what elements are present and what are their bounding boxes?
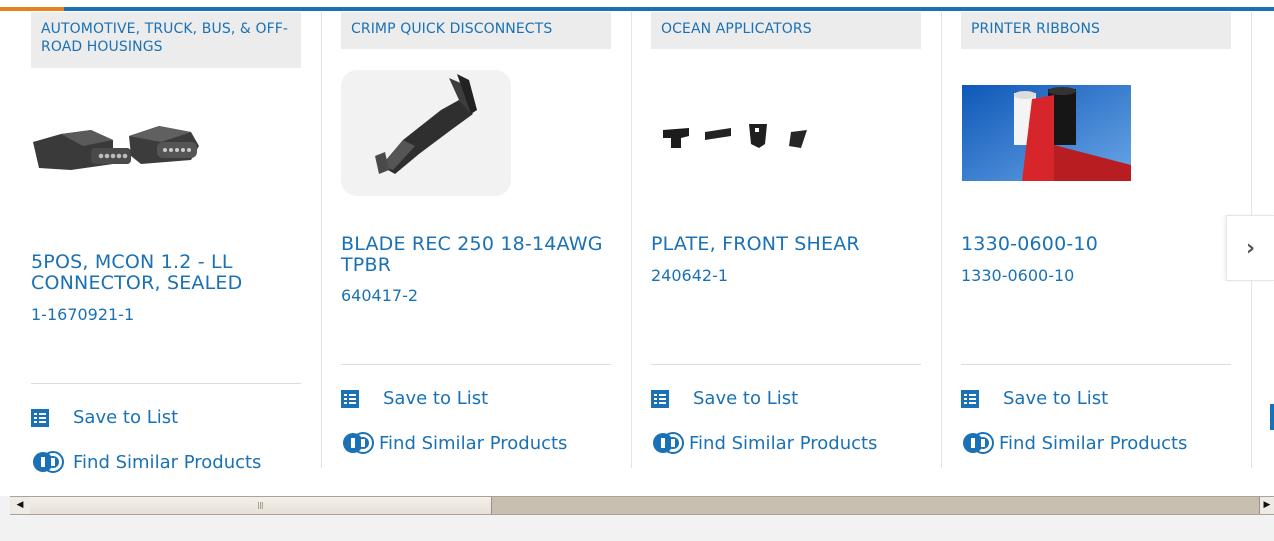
scrollbar-gutter (0, 496, 10, 515)
save-to-list-label: Save to List (73, 407, 179, 428)
find-similar-products-button[interactable]: Find Similar Products (651, 432, 877, 454)
card-divider (321, 12, 322, 468)
checklist-icon (651, 389, 669, 408)
horizontal-scrollbar[interactable]: ◀ III ▶ (10, 496, 1274, 515)
save-to-list-label: Save to List (383, 388, 489, 409)
printer-ribbon-image[interactable] (962, 85, 1131, 181)
product-title[interactable]: 1330-0600-10 (961, 234, 1241, 255)
product-card: CRIMP QUICK DISCONNECTS BLADE REC 250 18… (341, 12, 632, 468)
scrollbar-thumb[interactable]: III (30, 497, 492, 514)
find-similar-label: Find Similar Products (379, 432, 568, 454)
shear-plate-parts-image[interactable] (651, 112, 821, 172)
product-card: OCEAN APPLICATORS PLATE, FRONT SHEAR 240… (651, 12, 942, 468)
chevron-right-icon: › (1245, 235, 1256, 261)
similar-products-icon (963, 432, 994, 454)
part-number[interactable]: 1330-0600-10 (961, 266, 1074, 286)
card-separator (961, 364, 1231, 365)
card-separator (651, 364, 921, 365)
save-to-list-button[interactable]: Save to List (961, 388, 1108, 409)
product-card: PRINTER RIBBONS 1330-0600-10 1330-0600-1… (961, 12, 1252, 468)
product-title[interactable]: 5POS, MCON 1.2 - LL CONNECTOR, SEALED (31, 252, 311, 294)
category-label[interactable]: CRIMP QUICK DISCONNECTS (341, 12, 611, 49)
save-to-list-button[interactable]: Save to List (651, 388, 798, 409)
blade-receptacle-image[interactable] (341, 70, 511, 196)
grip-icon: III (257, 501, 264, 512)
page-footer-area (0, 515, 1274, 541)
similar-products-icon (653, 432, 684, 454)
checklist-icon (341, 389, 359, 408)
part-number[interactable]: 1-1670921-1 (31, 305, 134, 325)
part-number[interactable]: 640417-2 (341, 286, 418, 306)
find-similar-products-button[interactable]: Find Similar Products (961, 432, 1187, 454)
similar-products-icon (33, 451, 64, 473)
find-similar-label: Find Similar Products (999, 432, 1188, 454)
save-to-list-label: Save to List (1003, 388, 1109, 409)
product-carousel: AUTOMOTIVE, TRUCK, BUS, & OFF-ROAD HOUSI… (0, 0, 1274, 495)
card-separator (31, 383, 301, 384)
save-to-list-button[interactable]: Save to List (341, 388, 488, 409)
checklist-icon (31, 408, 49, 427)
card-divider (941, 12, 942, 468)
scroll-left-arrow-icon[interactable]: ◀ (10, 497, 31, 514)
product-title[interactable]: PLATE, FRONT SHEAR (651, 234, 931, 255)
category-label[interactable]: PRINTER RIBBONS (961, 12, 1231, 49)
save-to-list-button[interactable]: Save to List (31, 407, 178, 428)
carousel-next-button[interactable]: › (1226, 215, 1274, 281)
similar-products-icon (343, 432, 374, 454)
product-card: AUTOMOTIVE, TRUCK, BUS, & OFF-ROAD HOUSI… (31, 12, 322, 473)
save-to-list-label: Save to List (693, 388, 799, 409)
category-label[interactable]: OCEAN APPLICATORS (651, 12, 921, 49)
part-number[interactable]: 240642-1 (651, 266, 728, 286)
find-similar-products-button[interactable]: Find Similar Products (341, 432, 567, 454)
find-similar-label: Find Similar Products (689, 432, 878, 454)
scroll-right-arrow-icon[interactable]: ▶ (1259, 497, 1274, 514)
find-similar-label: Find Similar Products (73, 451, 262, 473)
card-divider (631, 12, 632, 468)
product-title[interactable]: BLADE REC 250 18-14AWG TPBR (341, 234, 621, 276)
connector-housing-image[interactable] (31, 112, 201, 182)
checklist-icon (961, 389, 979, 408)
partial-card-edge (1270, 404, 1274, 430)
category-label[interactable]: AUTOMOTIVE, TRUCK, BUS, & OFF-ROAD HOUSI… (31, 12, 301, 68)
card-separator (341, 364, 611, 365)
find-similar-products-button[interactable]: Find Similar Products (31, 451, 261, 473)
